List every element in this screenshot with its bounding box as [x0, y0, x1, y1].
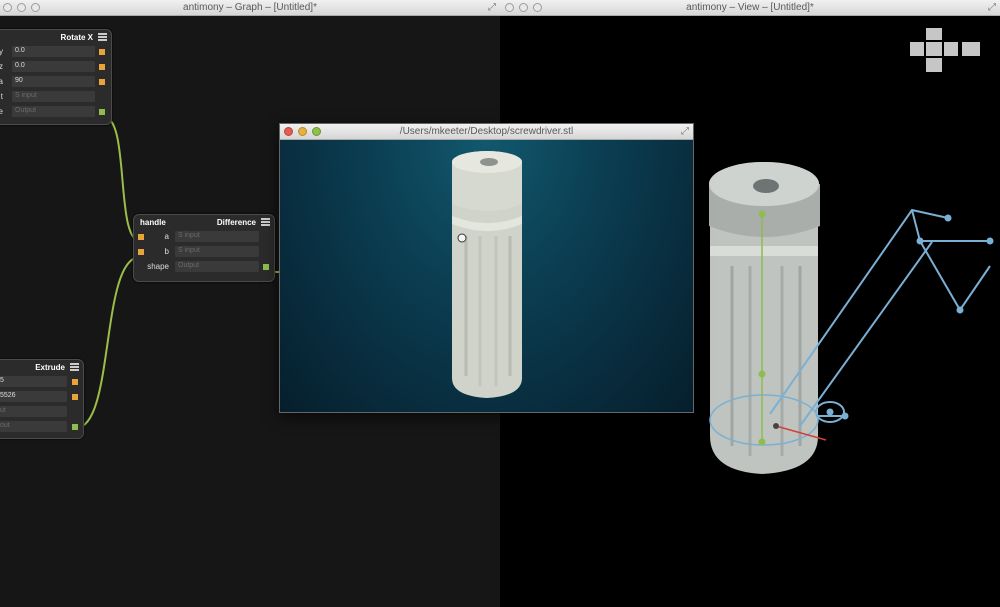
- input-field[interactable]: S input: [12, 91, 95, 102]
- row-label: e: [0, 107, 3, 116]
- node-type-label: Difference: [216, 218, 256, 227]
- stl-viewer-titlebar[interactable]: /Users/mkeeter/Desktop/screwdriver.stl ⤢: [280, 124, 693, 140]
- fullscreen-icon[interactable]: ⤢: [681, 126, 689, 137]
- output-field: Output: [12, 106, 95, 117]
- node-row: a 90: [0, 74, 111, 89]
- output-port[interactable]: [263, 264, 269, 270]
- node-row: 5: [0, 374, 83, 389]
- graph-window-titlebar[interactable]: antimony – Graph – [Untitled]* ⤢: [0, 0, 500, 16]
- b-input-field[interactable]: S input: [175, 246, 259, 257]
- node-menu-icon[interactable]: [261, 218, 270, 226]
- fullscreen-icon[interactable]: ⤢: [488, 2, 496, 13]
- stl-viewport[interactable]: [280, 140, 693, 412]
- node-type-label: Extrude: [35, 363, 65, 372]
- a-input-field[interactable]: S input: [175, 231, 259, 242]
- row-label: t: [0, 92, 3, 101]
- input-port[interactable]: [99, 79, 105, 85]
- desktop: antimony – Graph – [Untitled]* ⤢ Rotate …: [0, 0, 1000, 607]
- hand-cursor-icon: [457, 233, 467, 243]
- node-row: 5526: [0, 389, 83, 404]
- row-label: a: [0, 77, 3, 86]
- node-row: ut: [0, 404, 83, 419]
- screwdriver-mesh: [452, 151, 522, 398]
- row-label: b: [164, 247, 169, 256]
- value-field[interactable]: 5: [0, 376, 67, 387]
- fullscreen-icon[interactable]: ⤢: [988, 2, 996, 13]
- extrude-node[interactable]: Extrude 5 5526 ut out: [0, 359, 84, 439]
- input-port[interactable]: [138, 234, 144, 240]
- node-menu-icon[interactable]: [98, 33, 107, 41]
- node-row: a S input: [134, 229, 274, 244]
- input-port[interactable]: [99, 64, 105, 70]
- view-window-title: antimony – View – [Untitled]*: [686, 2, 814, 13]
- handle-points: [826, 214, 994, 420]
- wire-extrude-to-difference: [75, 256, 141, 429]
- difference-node[interactable]: handle Difference a S input b S input sh…: [133, 214, 275, 282]
- difference-node-header[interactable]: handle Difference: [134, 215, 274, 229]
- node-type-label: Rotate X: [60, 33, 93, 42]
- rotate-x-node[interactable]: Rotate X y 0.0 z 0.0 a 90 t S input e Ou…: [0, 29, 112, 125]
- node-row: y 0.0: [0, 44, 111, 59]
- extrude-node-header[interactable]: Extrude: [0, 360, 83, 374]
- node-menu-icon[interactable]: [70, 363, 79, 371]
- input-port[interactable]: [99, 49, 105, 55]
- graph-window-title: antimony – Graph – [Untitled]*: [183, 2, 317, 13]
- stl-scene: [452, 151, 522, 398]
- stl-viewer-title: /Users/mkeeter/Desktop/screwdriver.stl: [399, 126, 574, 137]
- output-port[interactable]: [72, 424, 78, 430]
- node-row: out: [0, 419, 83, 434]
- view-window-titlebar[interactable]: antimony – View – [Untitled]* ⤢: [500, 0, 1000, 16]
- angle-field[interactable]: 90: [12, 76, 95, 87]
- input-port[interactable]: [72, 379, 78, 385]
- node-row: z 0.0: [0, 59, 111, 74]
- screwdriver-model: [709, 162, 820, 474]
- node-row: t S input: [0, 89, 111, 104]
- y-field[interactable]: 0.0: [12, 46, 95, 57]
- shape-output-field: Output: [175, 261, 259, 272]
- output-field: out: [0, 421, 67, 432]
- stl-viewer-window: /Users/mkeeter/Desktop/screwdriver.stl ⤢: [279, 123, 694, 413]
- row-label: y: [0, 47, 3, 56]
- view-cube-icon: [910, 28, 980, 72]
- z-field[interactable]: 0.0: [12, 61, 95, 72]
- row-label: a: [164, 232, 169, 241]
- node-row: shape Output: [134, 259, 274, 274]
- value-field[interactable]: 5526: [0, 391, 67, 402]
- input-port[interactable]: [72, 394, 78, 400]
- output-port[interactable]: [99, 109, 105, 115]
- row-label: shape: [147, 262, 169, 271]
- node-row: e Output: [0, 104, 111, 119]
- input-port[interactable]: [138, 249, 144, 255]
- node-name-label: handle: [140, 218, 166, 227]
- node-row: b S input: [134, 244, 274, 259]
- rotate-x-node-header[interactable]: Rotate X: [0, 30, 111, 44]
- row-label: z: [0, 62, 3, 71]
- input-field[interactable]: ut: [0, 406, 67, 417]
